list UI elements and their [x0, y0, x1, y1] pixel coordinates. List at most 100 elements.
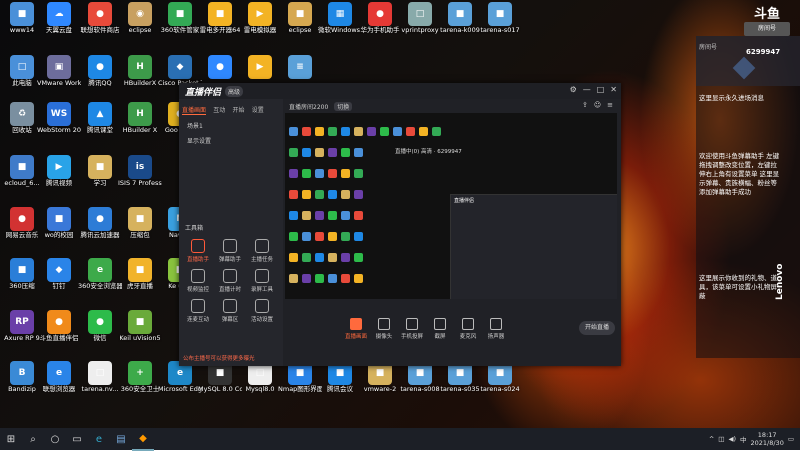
settings-icon[interactable]: ⚙ — [570, 85, 577, 94]
app-icon: H — [128, 102, 152, 126]
preview-mini-icon — [315, 274, 324, 283]
edge-icon[interactable]: e — [88, 428, 110, 450]
desktop-icon[interactable]: isISIS 7 Professional — [118, 155, 162, 187]
tool-item[interactable]: 主播任务 — [247, 239, 277, 263]
desktop-icon[interactable]: □ tarena.nv... — [78, 361, 122, 393]
search-icon[interactable]: ⌕ — [22, 428, 44, 450]
live-app-taskbar-icon[interactable]: ◆ — [132, 427, 154, 451]
start-live-button[interactable]: 开始直播 — [579, 321, 615, 335]
desktop-icon[interactable]: +360安全卫士 — [118, 361, 162, 393]
desktop-icon[interactable]: ■ Keil uVision5 — [118, 310, 162, 342]
desktop-icon[interactable]: e 联想浏览器 — [37, 361, 81, 393]
app-icon: e — [47, 361, 71, 385]
desktop-icon[interactable]: WSWebStorm 2020.2.1 x64 — [37, 102, 81, 134]
desktop-icon[interactable]: ▦微软Windows ... — [318, 2, 362, 34]
desktop-icon[interactable]: ■ 雷电多开器64 — [198, 2, 242, 34]
bottom-control[interactable]: 麦克风 — [455, 318, 481, 340]
tool-item[interactable]: 活动设置 — [247, 299, 277, 323]
desktop-icon[interactable]: ◉ eclipse — [118, 2, 162, 34]
desktop-icon[interactable]: ▣VMware Workstati... — [37, 55, 81, 87]
tray-chevron-icon[interactable]: ^ — [709, 435, 714, 443]
tool-item[interactable]: 视频监控 — [183, 269, 213, 293]
tool-label: 活动设置 — [250, 317, 273, 323]
desktop-icon[interactable]: ● 联想软件商店 — [78, 2, 122, 34]
desktop-icon[interactable]: ■ eclipse — [278, 2, 322, 34]
desktop-icon[interactable]: ▶ — [238, 55, 282, 79]
tool-item[interactable]: 连麦互动 — [183, 299, 213, 323]
desktop-icon[interactable]: ▲ 腾讯课堂 — [78, 102, 122, 134]
desktop-icon[interactable]: ● 华为手机助手 — [358, 2, 402, 34]
desktop-icon[interactable]: ■ tarena-s017 — [478, 2, 522, 34]
notification-icon[interactable]: ▭ — [788, 435, 794, 443]
tray-lang[interactable]: 中 — [740, 434, 747, 444]
tray-network-icon[interactable]: ◫ — [718, 435, 724, 443]
desktop-icon[interactable]: H HBuilder X — [118, 102, 162, 134]
clock[interactable]: 18:17 2021/8/30 — [751, 431, 784, 447]
tool-label: 弹幕区 — [221, 317, 239, 323]
close-icon[interactable]: ✕ — [610, 85, 617, 94]
desktop-icon[interactable]: ● 微信 — [78, 310, 122, 342]
desktop-icon-label: Nmap图形界面 — [278, 385, 322, 393]
tool-item[interactable]: 弹幕助手 — [215, 239, 245, 263]
desktop-icon[interactable]: ● 腾讯QQ — [78, 55, 122, 87]
minimize-icon[interactable]: — — [583, 85, 591, 94]
taskview-windows-icon[interactable]: ▭ — [66, 428, 88, 450]
app-titlebar[interactable]: 直播伴侣 高级 ⚙ — □ ✕ — [179, 83, 621, 99]
desktop-icon[interactable]: ☁ 天翼云盘 — [37, 2, 81, 34]
share-icon[interactable]: ⇪ — [582, 101, 588, 109]
app-icon: □ — [10, 55, 34, 79]
tab-live-scene[interactable]: 直播画面 — [182, 105, 207, 115]
nested-logo: 直播伴侣 — [454, 198, 475, 204]
tab-settings[interactable]: 设置 — [252, 105, 264, 114]
explorer-icon[interactable]: ▤ — [110, 428, 132, 450]
desktop-icon[interactable]: ■ 360软件管家 — [158, 2, 202, 34]
app-icon: ■ — [288, 2, 312, 26]
desktop-icon[interactable]: ≡ — [278, 55, 322, 79]
windows-start-icon[interactable]: ⊞ — [0, 428, 22, 450]
preview-mini-icon — [341, 232, 350, 241]
desktop-icon[interactable]: ■ 学习 — [78, 155, 122, 187]
bottom-control[interactable]: 截屏 — [427, 318, 453, 340]
user-icon[interactable]: ☺ — [594, 101, 601, 109]
tool-label: 弹幕助手 — [218, 257, 241, 263]
desktop-icon[interactable]: □ vprintproxy — [398, 2, 442, 34]
tray-volume-icon[interactable]: ◀) — [728, 435, 736, 443]
desktop-icon-label: WebStorm 2020.2.1 x64 — [37, 126, 81, 134]
desktop-icon[interactable]: ■ 压缩包 — [118, 207, 162, 239]
desktop-icon[interactable]: e 360安全浏览器 — [78, 258, 122, 290]
desktop-icon[interactable]: ● — [198, 55, 242, 79]
desktop-icon[interactable]: ● 腾讯云加速器 — [78, 207, 122, 239]
desktop-icon-label: Microsoft Edge — [158, 385, 202, 393]
desktop-icon-label: tarena-s017 — [480, 26, 520, 34]
stream-preview[interactable]: 直播中(0) 高清 · 6299947 直播伴侣 — [285, 113, 617, 299]
task-view-icon[interactable]: ○ — [44, 428, 66, 450]
desktop-icon[interactable]: ◆ 钉钉 — [37, 258, 81, 290]
streaming-app-window[interactable]: 直播伴侣 高级 ⚙ — □ ✕ 直播画面 互动 开始 设置 场景1 显示设置 工… — [179, 83, 621, 366]
desktop-icon[interactable]: ■ wo的校园 — [37, 207, 81, 239]
tool-item[interactable]: 直播助手 — [183, 239, 213, 263]
room-label-small: 房间号 — [699, 44, 718, 51]
bottom-control[interactable]: 手机投屏 — [399, 318, 425, 340]
scene-item-2[interactable]: 显示设置 — [187, 136, 283, 145]
bottom-control[interactable]: 摄像头 — [371, 318, 397, 340]
tab-interact[interactable]: 互动 — [213, 105, 225, 114]
desktop-icon[interactable]: H HBuilderX — [118, 55, 162, 87]
tool-item[interactable]: 录屏工具 — [247, 269, 277, 293]
desktop-icon[interactable]: ▶ 腾讯视频 — [37, 155, 81, 187]
scene-item-1[interactable]: 场景1 — [187, 121, 283, 130]
tab-start[interactable]: 开始 — [233, 105, 245, 114]
menu-icon[interactable]: ≡ — [607, 101, 613, 109]
maximize-icon[interactable]: □ — [597, 85, 605, 94]
danmaku-overlay[interactable]: 房间号 6299947 这里显示永久进场消息 欢迎使用斗鱼弹幕助手 左键拖拽调整… — [696, 36, 800, 358]
tool-item[interactable]: 弹幕区 — [215, 299, 245, 323]
overlay-enter-message: 这里显示永久进场消息 — [699, 94, 764, 102]
tool-item[interactable]: 直播计时 — [215, 269, 245, 293]
bottom-control[interactable]: 扬声器 — [483, 318, 509, 340]
desktop-icon[interactable]: ■ 虎牙直播 — [118, 258, 162, 290]
left-footer-note[interactable]: 公布主播号可以获得更多曝光 — [183, 354, 279, 364]
switch-button[interactable]: 切换 — [334, 102, 353, 111]
desktop-icon[interactable]: ▶ 雷电模拟器 — [238, 2, 282, 34]
bottom-control[interactable]: 直播画面 — [343, 318, 369, 340]
desktop-icon[interactable]: ■ tarena-k009 — [438, 2, 482, 34]
desktop-icon[interactable]: ● 斗鱼直播伴侣 — [37, 310, 81, 342]
